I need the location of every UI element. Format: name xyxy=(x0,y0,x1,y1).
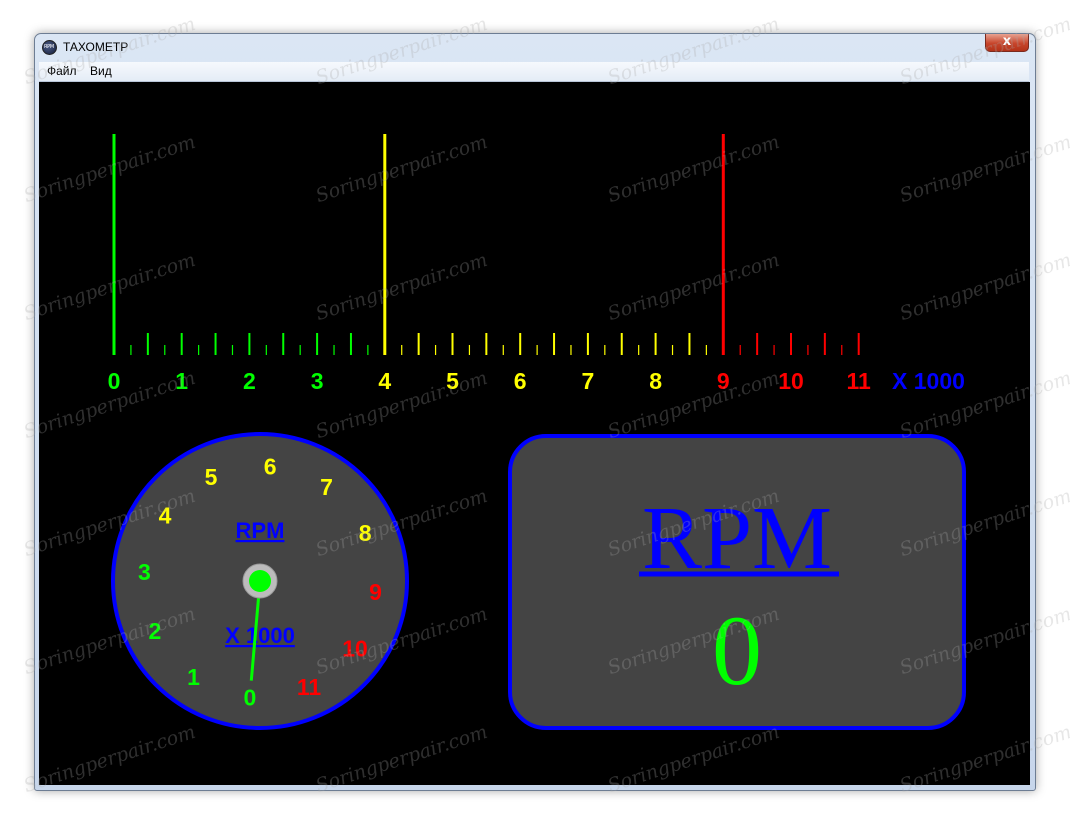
dial-number-label: 10 xyxy=(342,636,368,662)
dial-number-label: 4 xyxy=(159,502,172,528)
dial-number-label: 5 xyxy=(205,464,218,490)
dial-number-label: 11 xyxy=(297,674,322,700)
dial-number-label: 0 xyxy=(243,685,256,711)
dial-number-label: 3 xyxy=(138,559,151,585)
scale-tick-label: 3 xyxy=(311,368,324,394)
menu-bar: Файл Вид xyxy=(39,62,1029,82)
dial-number-label: 7 xyxy=(320,474,333,500)
dial-rpm-label: RPM xyxy=(236,518,285,543)
scale-tick-label: 5 xyxy=(446,368,459,394)
scale-tick-label: 6 xyxy=(514,368,527,394)
scale-tick-label: 1 xyxy=(175,368,188,394)
title-bar[interactable]: RPM ТАХОМЕТР x xyxy=(35,34,1035,61)
scale-unit-label: X 1000 xyxy=(892,368,965,394)
dial-number-label: 6 xyxy=(264,453,277,479)
tachometer-canvas: 0 1 2 3 4 5 6 7 8 9 10 11 X 1000 0 1 2 3 4 5 6 7 8 9 10 11 RPM X 1… xyxy=(39,82,1030,785)
scale-tick-label: 7 xyxy=(582,368,595,394)
scale-tick-label: 4 xyxy=(378,368,391,394)
close-icon: x xyxy=(1002,34,1012,49)
scale-tick-label: 0 xyxy=(108,368,121,394)
menu-file[interactable]: Файл xyxy=(47,64,77,78)
scale-tick-label: 11 xyxy=(847,368,872,394)
close-button[interactable]: x xyxy=(985,34,1029,52)
app-icon: RPM xyxy=(42,40,57,55)
scale-tick-label: 8 xyxy=(649,368,662,394)
window-title: ТАХОМЕТР xyxy=(63,40,129,54)
tachometer-window: RPM ТАХОМЕТР x Файл Вид 0 1 2 3 4 5 6 7 8 9 10 11 X … xyxy=(34,33,1036,791)
dial-number-label: 8 xyxy=(359,520,372,546)
digital-rpm-value: 0 xyxy=(712,595,762,706)
dial-hub xyxy=(249,570,271,592)
scale-tick-label: 9 xyxy=(717,368,730,394)
app-icon-text: RPM xyxy=(44,44,54,50)
dial-number-label: 1 xyxy=(187,664,200,690)
tachometer-scene: 0 1 2 3 4 5 6 7 8 9 10 11 X 1000012345 67891011RPMX 1… xyxy=(108,134,966,730)
scale-tick-label: 10 xyxy=(778,368,804,394)
dial-number-label: 9 xyxy=(369,579,382,605)
dial-number-label: 2 xyxy=(148,618,161,644)
dial-unit-label: X 1000 xyxy=(225,623,295,648)
menu-view[interactable]: Вид xyxy=(90,64,112,78)
scale-tick-label: 2 xyxy=(243,368,256,394)
